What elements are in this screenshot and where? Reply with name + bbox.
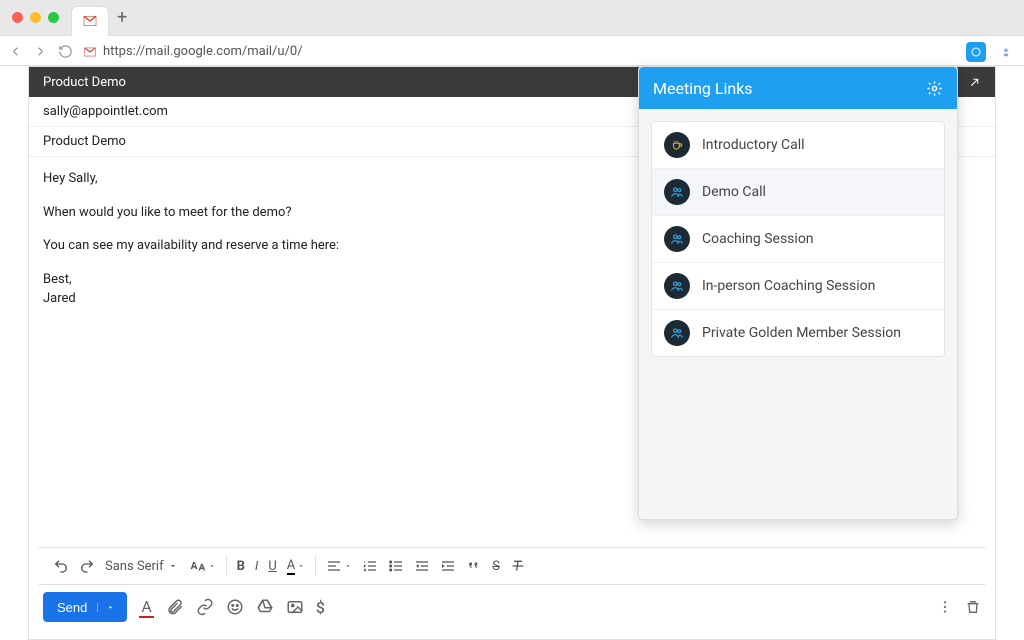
people-icon <box>664 226 690 252</box>
money-icon[interactable]: $ <box>316 598 325 617</box>
meeting-label: Introductory Call <box>702 137 805 153</box>
drive-icon[interactable] <box>256 598 274 616</box>
font-select[interactable]: Sans Serif <box>105 559 178 574</box>
maximize-window-icon[interactable] <box>48 12 59 23</box>
indent-more-button[interactable] <box>440 558 456 574</box>
text-format-icon[interactable]: A <box>139 597 153 618</box>
remove-format-button[interactable] <box>510 558 526 574</box>
send-button[interactable]: Send <box>43 592 127 622</box>
underline-button[interactable]: U <box>268 559 276 574</box>
discard-draft-button[interactable] <box>965 599 981 615</box>
quote-button[interactable] <box>466 558 482 574</box>
panel-spacer <box>651 357 945 507</box>
separator <box>315 556 316 576</box>
cup-icon <box>664 132 690 158</box>
url-text: https://mail.google.com/mail/u/0/ <box>103 44 303 59</box>
separator <box>226 556 227 576</box>
bold-button[interactable]: B <box>237 559 245 574</box>
browser-tab[interactable] <box>71 6 109 36</box>
meeting-label: Private Golden Member Session <box>702 325 901 341</box>
attach-icon[interactable] <box>166 598 184 616</box>
meeting-item-introductory[interactable]: Introductory Call <box>652 122 944 169</box>
window-controls <box>12 12 59 23</box>
font-size-button[interactable] <box>188 557 216 575</box>
emoji-icon[interactable] <box>226 598 244 616</box>
more-options-button[interactable] <box>937 599 953 615</box>
meeting-list: Introductory Call Demo Call Coaching Ses… <box>651 121 945 357</box>
appointlet-extension-icon[interactable] <box>966 42 986 62</box>
meeting-item-private[interactable]: Private Golden Member Session <box>652 310 944 356</box>
subject-value: Product Demo <box>43 134 126 149</box>
meeting-item-coaching[interactable]: Coaching Session <box>652 216 944 263</box>
bulleted-list-button[interactable] <box>388 558 404 574</box>
send-options-caret[interactable] <box>97 603 123 612</box>
compose-title: Product Demo <box>43 75 126 90</box>
back-button[interactable] <box>8 44 23 59</box>
undo-button[interactable] <box>53 558 69 574</box>
chevron-down-icon <box>344 562 352 570</box>
panel-header: Meeting Links <box>639 67 957 109</box>
address-bar[interactable]: https://mail.google.com/mail/u/0/ <box>83 44 956 59</box>
close-window-icon[interactable] <box>12 12 23 23</box>
browser-tab-strip: + <box>0 0 1024 36</box>
pop-out-icon[interactable] <box>968 76 981 89</box>
chevron-down-icon <box>168 561 178 571</box>
browser-toolbar: https://mail.google.com/mail/u/0/ <box>0 38 1024 66</box>
meeting-item-demo[interactable]: Demo Call <box>652 169 944 216</box>
panel-title: Meeting Links <box>653 79 753 98</box>
chevron-down-icon <box>297 562 305 570</box>
formatting-toolbar: Sans Serif B I U A S <box>39 547 985 585</box>
meeting-links-panel: Meeting Links Introductory Call Demo Cal… <box>638 66 958 520</box>
minimize-window-icon[interactable] <box>30 12 41 23</box>
extension-icon[interactable] <box>996 42 1016 62</box>
indent-less-button[interactable] <box>414 558 430 574</box>
to-value: sally@appointlet.com <box>43 104 168 119</box>
gear-icon[interactable] <box>926 80 943 97</box>
font-name: Sans Serif <box>105 559 164 574</box>
site-icon <box>83 45 97 59</box>
send-label: Send <box>57 600 87 615</box>
people-icon <box>664 179 690 205</box>
text-color-button[interactable]: A <box>287 558 305 575</box>
link-icon[interactable] <box>196 598 214 616</box>
meeting-item-inperson[interactable]: In-person Coaching Session <box>652 263 944 310</box>
send-row: Send A $ <box>29 585 995 629</box>
reload-button[interactable] <box>58 44 73 59</box>
new-tab-button[interactable]: + <box>117 7 127 28</box>
forward-button[interactable] <box>33 44 48 59</box>
people-icon <box>664 320 690 346</box>
gmail-icon <box>82 13 98 29</box>
panel-body: Introductory Call Demo Call Coaching Ses… <box>639 109 957 519</box>
meeting-label: Demo Call <box>702 184 766 200</box>
align-button[interactable] <box>326 558 352 574</box>
italic-button[interactable]: I <box>255 559 258 574</box>
meeting-label: Coaching Session <box>702 231 814 247</box>
chevron-down-icon <box>208 562 216 570</box>
redo-button[interactable] <box>79 558 95 574</box>
image-icon[interactable] <box>286 598 304 616</box>
strikethrough-button[interactable]: S <box>492 559 500 574</box>
meeting-label: In-person Coaching Session <box>702 278 875 294</box>
people-icon <box>664 273 690 299</box>
numbered-list-button[interactable] <box>362 558 378 574</box>
